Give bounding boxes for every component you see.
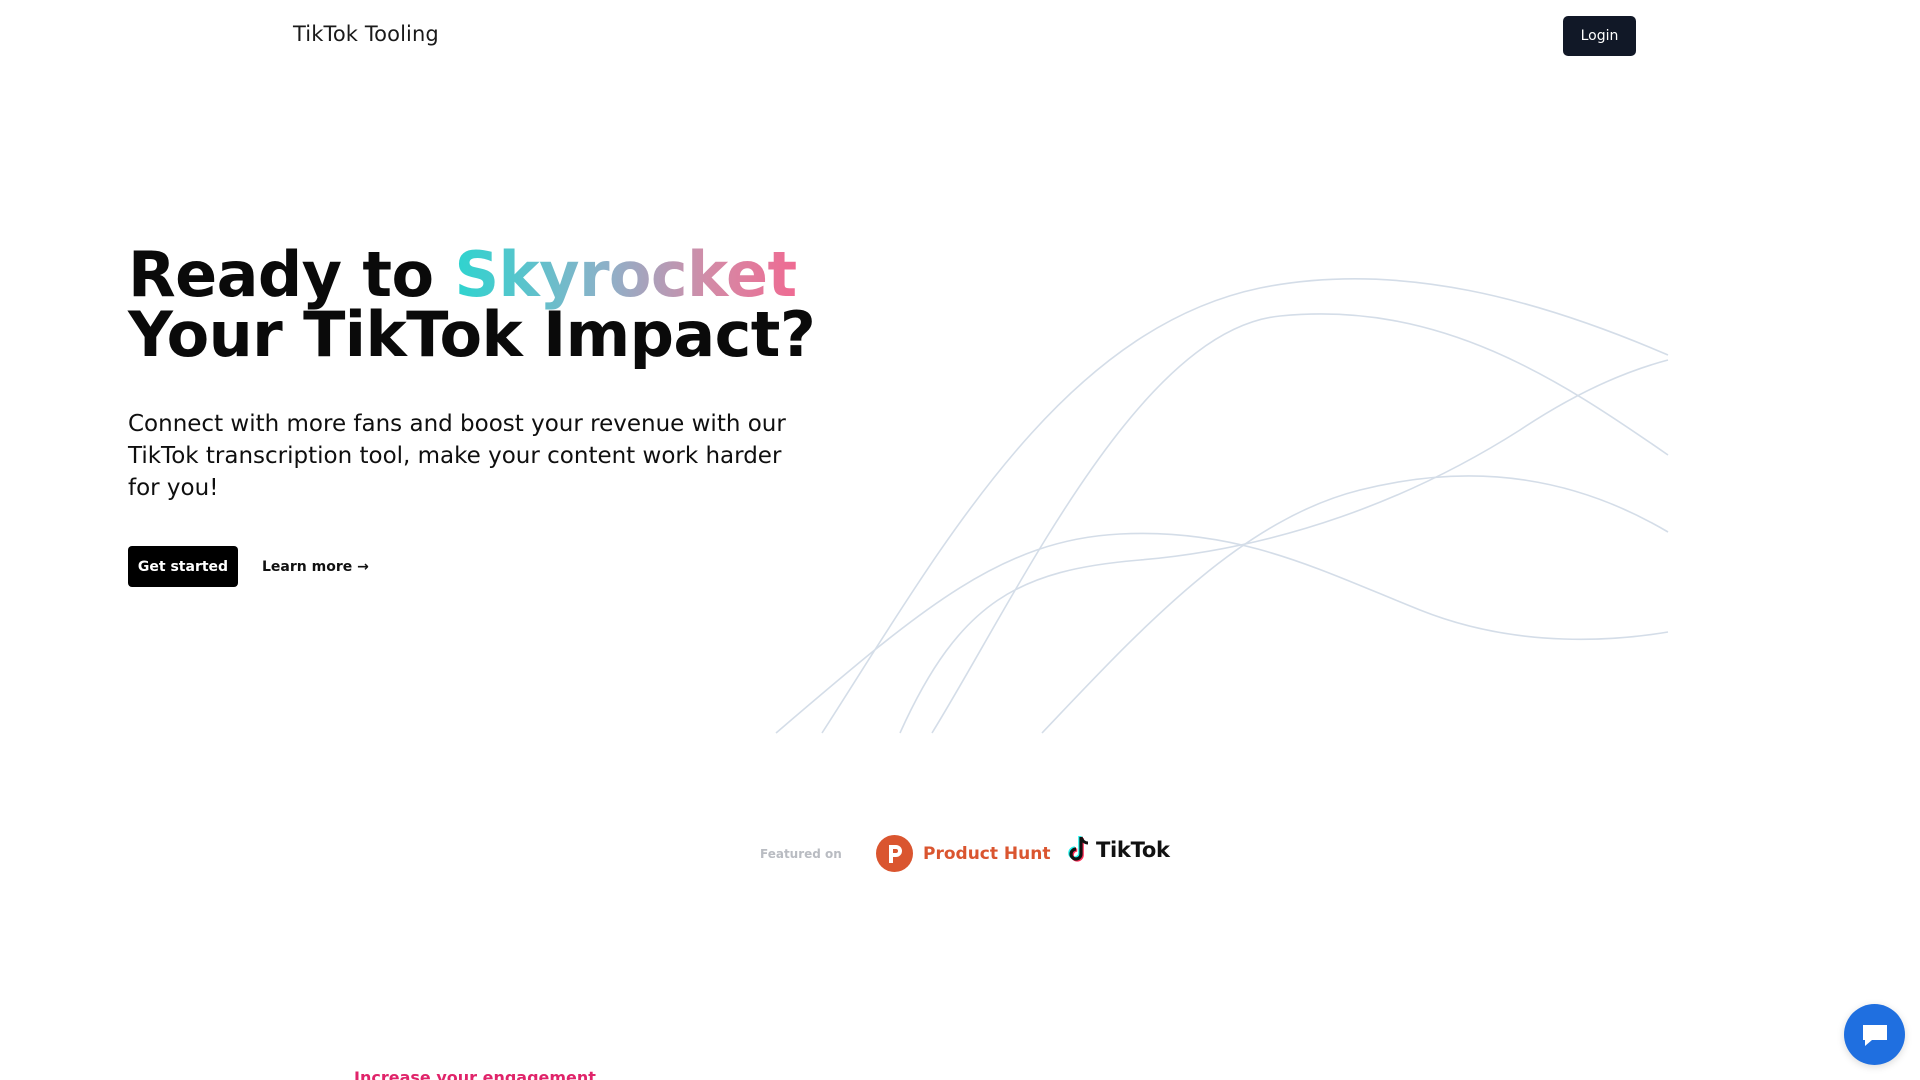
featured-label: Featured on bbox=[760, 847, 842, 861]
wave-line bbox=[821, 278, 1669, 734]
learn-more-link[interactable]: Learn more → bbox=[262, 546, 369, 587]
brand-name[interactable]: TikTok Tooling bbox=[293, 22, 439, 46]
decorative-waves bbox=[775, 278, 1669, 734]
chat-button[interactable] bbox=[1844, 1004, 1905, 1065]
landing-page: TikTok Tooling Login Ready to Skyrocket … bbox=[0, 0, 1920, 1080]
tiktok-logo[interactable]: TikTok bbox=[1066, 835, 1170, 865]
wave-line bbox=[931, 313, 1669, 734]
get-started-button[interactable]: Get started bbox=[128, 546, 238, 587]
hero-subtitle: Connect with more fans and boost your re… bbox=[128, 411, 786, 501]
product-hunt-icon bbox=[876, 835, 913, 872]
hero-title-line2: Your TikTok Impact? bbox=[128, 298, 816, 371]
product-hunt-logo[interactable]: Product Hunt bbox=[876, 835, 1050, 872]
hero-title: Ready to Skyrocket Your TikTok Impact? bbox=[128, 244, 828, 366]
login-button[interactable]: Login bbox=[1563, 16, 1636, 56]
chat-icon bbox=[1862, 1024, 1887, 1046]
wave-line bbox=[899, 359, 1669, 734]
engagement-heading: Increase your engagement bbox=[354, 1068, 596, 1080]
product-hunt-label: Product Hunt bbox=[923, 843, 1051, 864]
tiktok-icon bbox=[1068, 836, 1089, 862]
wave-line bbox=[775, 532, 1669, 734]
wave-line bbox=[1041, 475, 1669, 734]
tiktok-label: TikTok bbox=[1096, 838, 1170, 862]
